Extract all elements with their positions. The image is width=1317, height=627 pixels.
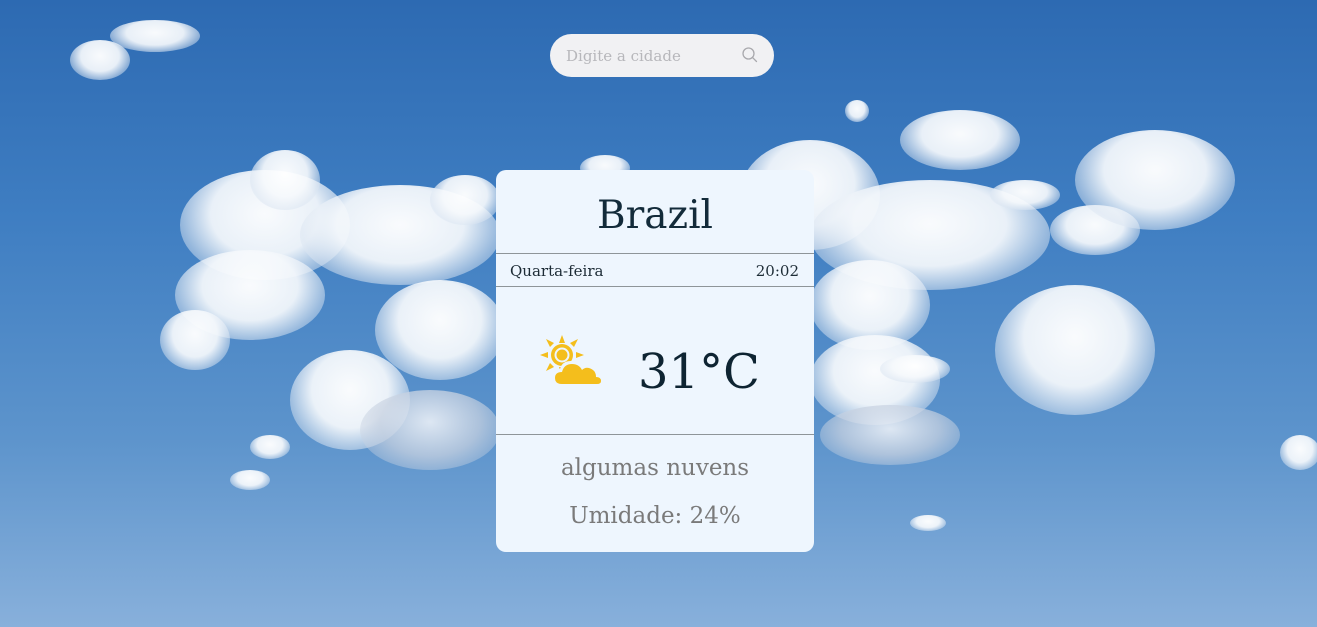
weather-description: algumas nuvens <box>560 455 750 481</box>
partly-cloudy-icon <box>540 335 602 384</box>
time-label: 20:02 <box>755 262 799 280</box>
temperature: 31°C <box>638 344 760 400</box>
divider <box>496 253 814 254</box>
weekday-label: Quarta-feira <box>510 262 604 280</box>
weather-card: Brazil Quarta-feira 20:02 31°C algumas n… <box>496 170 814 552</box>
divider <box>496 434 814 435</box>
search-button[interactable] <box>740 45 760 65</box>
city-name: Brazil <box>596 193 714 238</box>
humidity-label: Umidade: 24% <box>569 503 741 529</box>
divider <box>496 286 814 287</box>
search-icon <box>742 47 758 63</box>
city-search-box <box>550 34 774 77</box>
city-search-input[interactable] <box>566 34 736 77</box>
